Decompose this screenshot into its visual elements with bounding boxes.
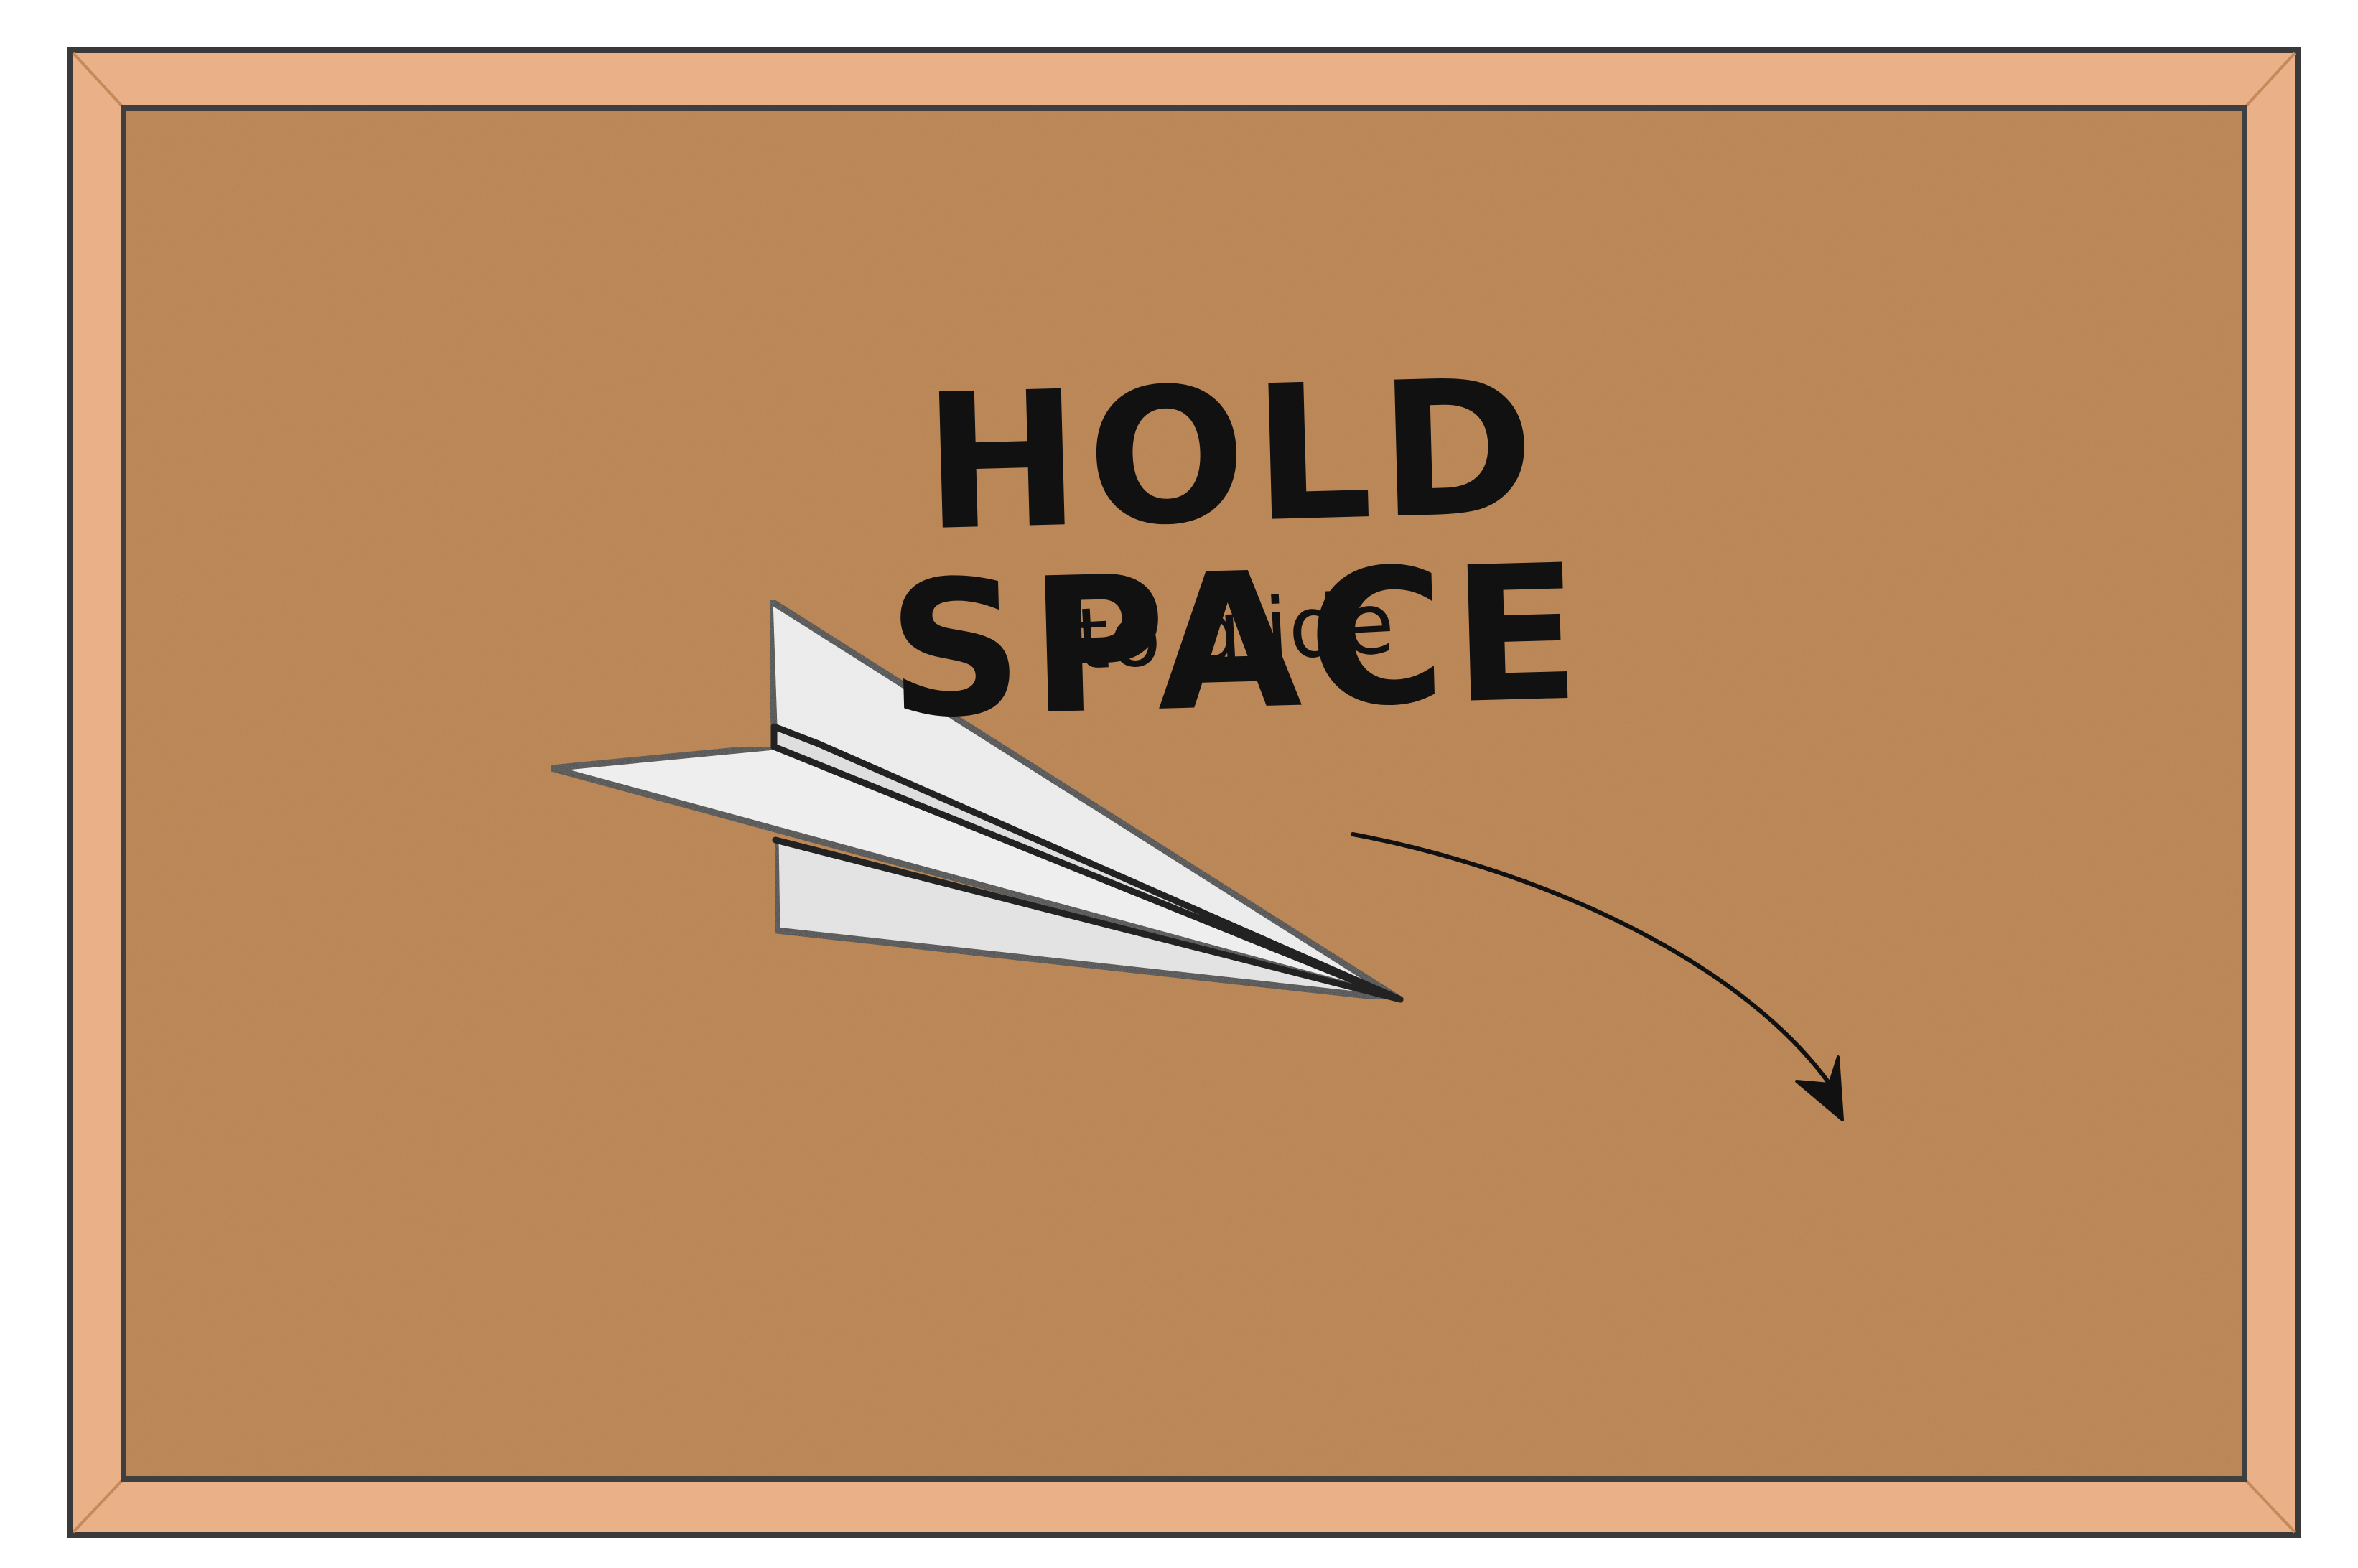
cork-surface (126, 111, 2242, 1476)
instruction-headline: HOLD SPACE (885, 339, 1590, 760)
corkboard-scene (67, 47, 2301, 1538)
instruction-subline: to glide (1073, 573, 1397, 689)
